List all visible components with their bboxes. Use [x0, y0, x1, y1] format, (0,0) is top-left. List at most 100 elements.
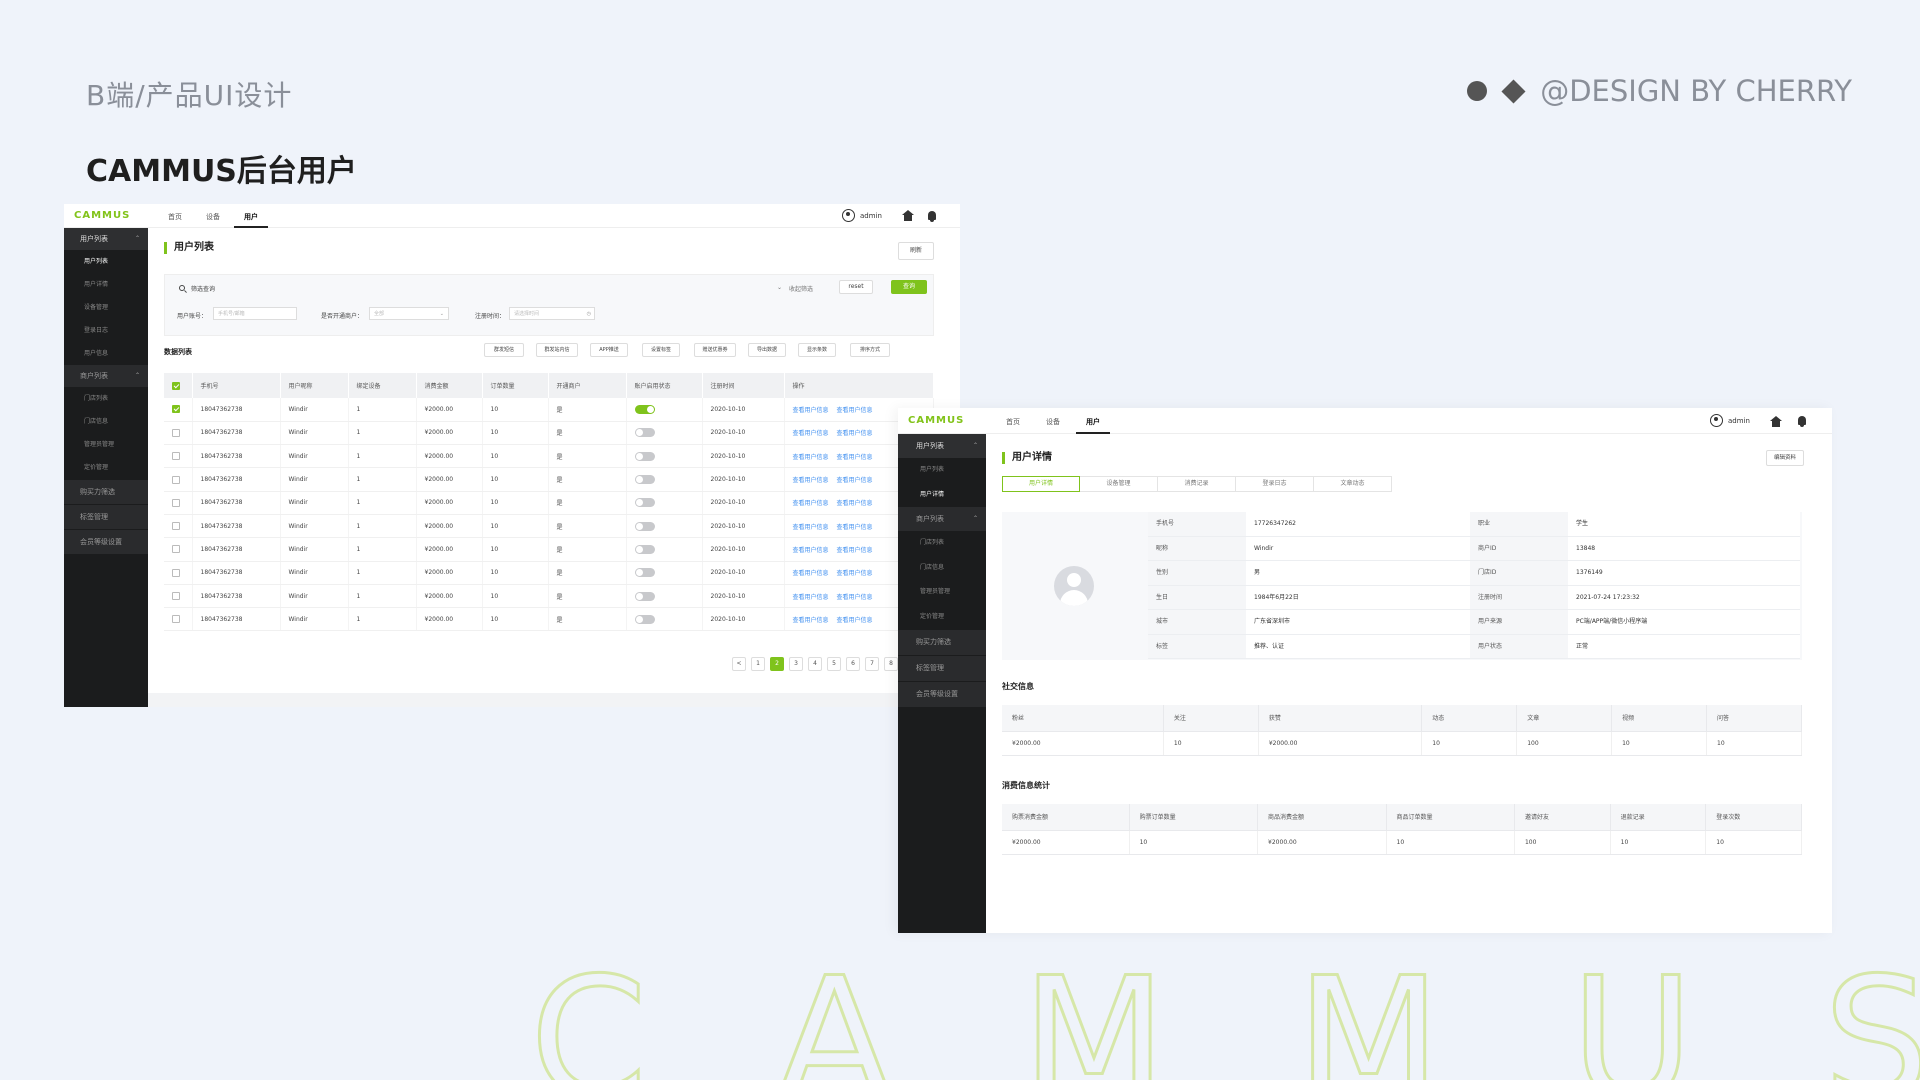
status-toggle-switch[interactable]: [634, 498, 655, 508]
bell-icon[interactable]: [1798, 416, 1806, 427]
col-devices[interactable]: 绑定设备: [348, 373, 417, 398]
prev-page-button[interactable]: <: [732, 657, 746, 671]
status-toggle-switch[interactable]: [634, 521, 655, 531]
tab-consumption[interactable]: 消费记录: [1158, 476, 1236, 492]
sidebar-item-user-list[interactable]: 用户列表: [898, 458, 986, 483]
view-user-link[interactable]: 查看用户信息: [837, 594, 873, 601]
sidebar-item-admins[interactable]: 管理员管理: [64, 433, 148, 456]
home-icon[interactable]: [902, 210, 914, 223]
page-button-current[interactable]: 2: [770, 657, 784, 671]
view-user-link[interactable]: 查看用户信息: [837, 407, 873, 414]
page-button[interactable]: 3: [789, 657, 803, 671]
page-button[interactable]: 5: [827, 657, 841, 671]
sidebar-item-pricing[interactable]: 定价管理: [64, 456, 148, 479]
view-user-link[interactable]: 查看用户信息: [793, 524, 829, 531]
sidebar-item-user-info[interactable]: 用户信息: [64, 342, 148, 365]
view-user-link[interactable]: 查看用户信息: [837, 570, 873, 577]
nav-devices[interactable]: 设备: [206, 212, 220, 222]
chevron-down-icon[interactable]: ⌄: [777, 284, 782, 291]
sidebar-item-pricing[interactable]: 定价管理: [898, 605, 986, 630]
view-user-link[interactable]: 查看用户信息: [837, 500, 873, 507]
cammus-logo[interactable]: CAMMUS: [74, 210, 130, 221]
sidebar-item-user-list[interactable]: 用户列表: [64, 250, 148, 273]
merchant-select[interactable]: 全部 ⌄: [369, 307, 449, 320]
tab-devices[interactable]: 设备管理: [1080, 476, 1158, 492]
reg-time-input[interactable]: 请选择时间 ◷: [509, 307, 595, 320]
query-button[interactable]: 查询: [891, 280, 927, 294]
user-avatar-icon[interactable]: [1710, 414, 1723, 427]
sidebar-item-login-log[interactable]: 登录日志: [64, 319, 148, 342]
col-nickname[interactable]: 用户昵称: [280, 373, 349, 398]
sidebar-item-tags[interactable]: 标签管理: [898, 656, 986, 681]
col-merchant[interactable]: 开通商户: [548, 373, 627, 398]
row-checkbox[interactable]: [172, 545, 180, 554]
app-push-button[interactable]: APP推送: [590, 343, 628, 357]
sidebar-item-user-detail[interactable]: 用户详情: [898, 483, 986, 508]
sidebar-item-user-detail[interactable]: 用户详情: [64, 273, 148, 296]
page-button[interactable]: 6: [846, 657, 860, 671]
user-avatar-icon[interactable]: [842, 209, 855, 222]
row-checkbox[interactable]: [172, 498, 180, 507]
cammus-logo[interactable]: CAMMUS: [908, 415, 964, 426]
status-toggle-switch[interactable]: [634, 544, 655, 554]
status-toggle-switch[interactable]: [634, 475, 655, 485]
table-row[interactable]: 18047362738 Windir 1 ¥2000.00 10 是 2020-10-10 查…: [164, 561, 934, 585]
col-amount[interactable]: 消费金额: [416, 373, 483, 398]
view-user-link[interactable]: 查看用户信息: [793, 477, 829, 484]
row-checkbox[interactable]: [172, 522, 180, 531]
account-input[interactable]: 手机号/邮箱: [213, 307, 297, 320]
refresh-button[interactable]: 刷新: [898, 242, 934, 260]
status-toggle-switch[interactable]: [634, 568, 655, 578]
bulk-sms-button[interactable]: 群发短信: [484, 343, 524, 357]
sidebar-item-admins[interactable]: 管理员管理: [898, 580, 986, 605]
row-checkbox[interactable]: [172, 405, 180, 414]
set-tag-button[interactable]: 设置标签: [642, 343, 680, 357]
col-status[interactable]: 账户启用状态: [626, 373, 703, 398]
view-user-link[interactable]: 查看用户信息: [793, 407, 829, 414]
nav-devices[interactable]: 设备: [1046, 417, 1060, 427]
col-phone[interactable]: 手机号: [192, 373, 281, 398]
view-user-link[interactable]: 查看用户信息: [837, 617, 873, 624]
table-row[interactable]: 18047362738 Windir 1 ¥2000.00 10 是 2020-10-10 查…: [164, 421, 934, 446]
admin-username[interactable]: admin: [1728, 417, 1750, 425]
view-user-link[interactable]: 查看用户信息: [793, 454, 829, 461]
table-row[interactable]: 18047362738 Windir 1 ¥2000.00 10 是 2020-10-10 查…: [164, 514, 934, 539]
row-checkbox[interactable]: [172, 475, 180, 484]
admin-username[interactable]: admin: [860, 212, 882, 220]
nav-home[interactable]: 首页: [1006, 417, 1020, 427]
row-checkbox[interactable]: [172, 568, 180, 577]
view-user-link[interactable]: 查看用户信息: [793, 500, 829, 507]
sidebar-item-purchase-filter[interactable]: 购买力筛选: [898, 630, 986, 655]
export-button[interactable]: 导出数据: [748, 343, 786, 357]
view-user-link[interactable]: 查看用户信息: [793, 570, 829, 577]
view-user-link[interactable]: 查看用户信息: [793, 617, 829, 624]
sidebar-item-purchase-filter[interactable]: 购买力筛选: [64, 480, 148, 504]
nav-home[interactable]: 首页: [168, 212, 182, 222]
home-icon[interactable]: [1770, 416, 1782, 429]
edit-profile-button[interactable]: 编辑资料: [1766, 450, 1804, 466]
view-user-link[interactable]: 查看用户信息: [837, 430, 873, 437]
reset-button[interactable]: reset: [839, 280, 873, 294]
sidebar-item-member-levels[interactable]: 会员等级设置: [64, 530, 148, 554]
bell-icon[interactable]: [928, 211, 936, 222]
table-row[interactable]: 18047362738 Windir 1 ¥2000.00 10 是 2020-10-10 查…: [164, 537, 934, 562]
table-row[interactable]: 18047362738 Windir 1 ¥2000.00 10 是 2020-10-10 查…: [164, 491, 934, 515]
table-row[interactable]: 18047362738 Windir 1 ¥2000.00 10 是 2020-10-10 查…: [164, 444, 934, 469]
table-row[interactable]: 18047362738 Windir 1 ¥2000.00 10 是 2020-10-10 查…: [164, 584, 934, 609]
bulk-message-button[interactable]: 群发站内信: [536, 343, 578, 357]
tab-login-log[interactable]: 登录日志: [1236, 476, 1314, 492]
view-user-link[interactable]: 查看用户信息: [837, 454, 873, 461]
view-user-link[interactable]: 查看用户信息: [793, 594, 829, 601]
status-toggle-switch[interactable]: [634, 428, 655, 438]
status-toggle-switch[interactable]: [634, 614, 655, 624]
sidebar-item-member-levels[interactable]: 会员等级设置: [898, 682, 986, 707]
tab-user-detail[interactable]: 用户详情: [1002, 476, 1080, 492]
row-checkbox[interactable]: [172, 428, 180, 437]
sidebar-item-devices[interactable]: 设备管理: [64, 296, 148, 319]
row-checkbox[interactable]: [172, 615, 180, 624]
page-button[interactable]: 8: [884, 657, 898, 671]
table-row[interactable]: 18047362738 Windir 1 ¥2000.00 10 是 2020-10-10 查…: [164, 607, 934, 632]
sidebar-item-stores[interactable]: 门店列表: [898, 531, 986, 556]
page-button[interactable]: 7: [865, 657, 879, 671]
sidebar-group-users[interactable]: 用户列表 ⌃: [64, 228, 148, 250]
